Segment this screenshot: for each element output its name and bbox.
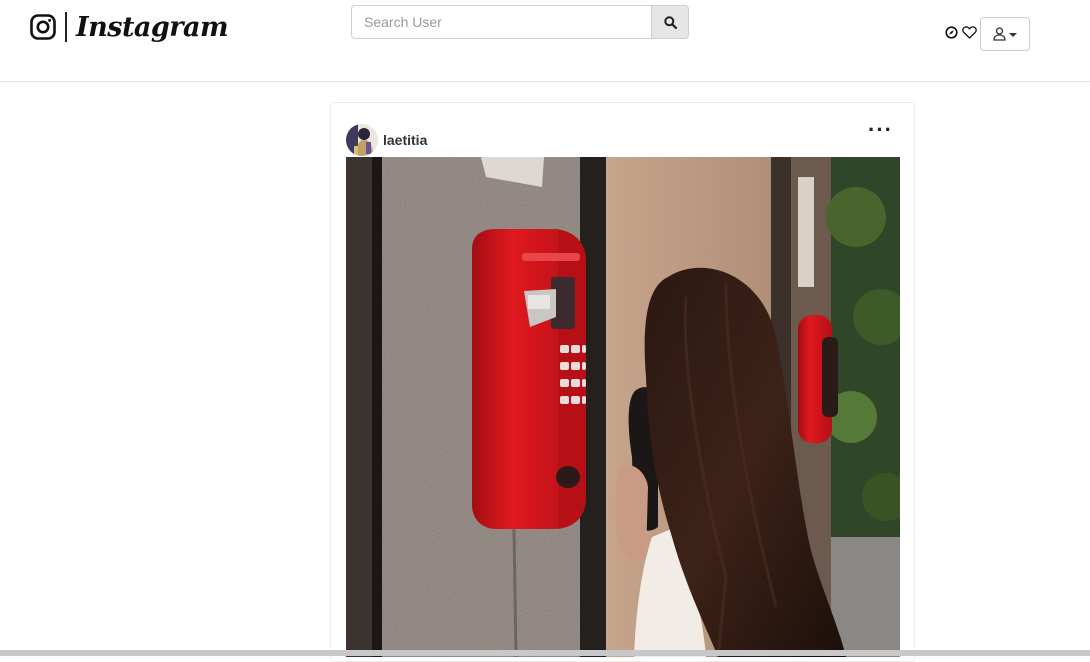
search-icon	[663, 15, 677, 29]
post-username[interactable]: laetitia	[383, 132, 427, 148]
brand-wordmark: Instagram	[76, 11, 229, 43]
heart-icon[interactable]	[962, 26, 977, 39]
top-navbar: Instagram	[0, 0, 1090, 82]
search-input[interactable]	[351, 5, 651, 39]
user-icon	[993, 27, 1006, 41]
avatar[interactable]	[346, 124, 378, 156]
chevron-down-icon	[1009, 33, 1017, 37]
more-options-button[interactable]: ···	[868, 117, 893, 143]
post-image	[346, 157, 900, 657]
search-bar	[351, 5, 689, 39]
brand-separator	[65, 12, 67, 42]
instagram-camera-icon	[30, 14, 56, 40]
post-header: laetitia ···	[346, 117, 901, 157]
user-menu-button[interactable]	[980, 17, 1030, 51]
horizontal-scrollbar[interactable]	[0, 650, 1090, 656]
compass-icon[interactable]	[945, 26, 958, 39]
nav-icons	[945, 26, 977, 39]
search-button[interactable]	[651, 5, 689, 39]
post-card: laetitia ···	[330, 102, 915, 662]
brand[interactable]: Instagram	[30, 10, 229, 44]
post-photo	[346, 157, 900, 657]
